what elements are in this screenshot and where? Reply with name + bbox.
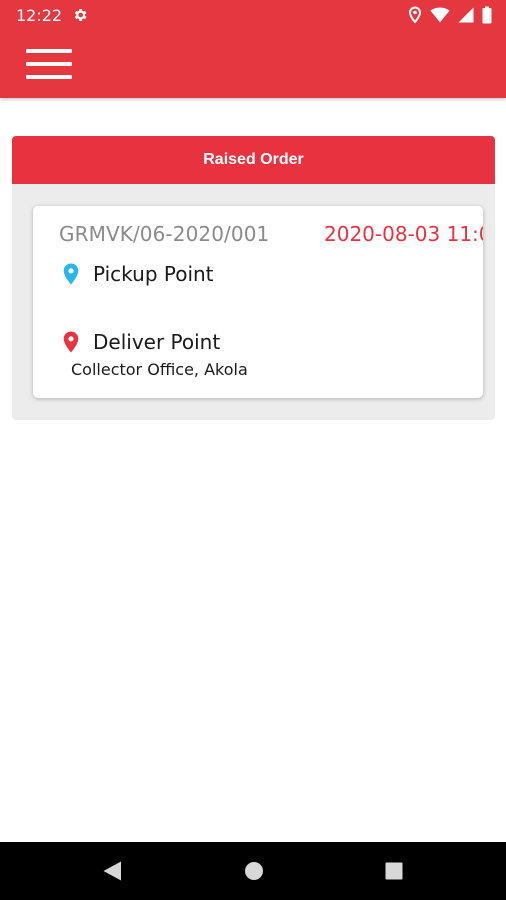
status-bar: 12:22 (0, 0, 506, 30)
status-time: 12:22 (16, 5, 63, 25)
menu-line (26, 49, 72, 53)
nav-bar (0, 842, 506, 900)
menu-line (26, 62, 72, 66)
location-icon (408, 6, 422, 24)
raised-order-header: Raised Order (12, 136, 495, 184)
back-icon[interactable] (102, 860, 122, 882)
raised-order-panel: Raised Order GRMVK/06-2020/001 2020-08-0… (12, 136, 495, 420)
deliver-point-label: Deliver Point (93, 330, 221, 354)
menu-line (26, 75, 72, 79)
settings-gear-icon (75, 9, 87, 21)
pickup-point-label: Pickup Point (93, 262, 214, 286)
home-icon[interactable] (244, 860, 264, 882)
recents-icon[interactable] (384, 860, 404, 882)
battery-icon (482, 6, 492, 24)
wifi-icon (430, 7, 450, 23)
pickup-point-row: Pickup Point (63, 262, 214, 286)
menu-button[interactable] (24, 46, 74, 82)
app-bar (0, 30, 506, 98)
order-card[interactable]: GRMVK/06-2020/001 2020-08-03 11:01 Picku… (33, 206, 483, 398)
order-datetime: 2020-08-03 11:01 (324, 222, 483, 246)
status-right (408, 6, 492, 24)
pickup-pin-icon (63, 263, 79, 285)
deliver-point-row: Deliver Point (63, 330, 220, 354)
signal-icon (458, 7, 474, 23)
panel-title: Raised Order (203, 151, 304, 168)
deliver-address: Collector Office, Akola (71, 360, 248, 379)
order-id: GRMVK/06-2020/001 (59, 222, 270, 246)
status-left: 12:22 (16, 6, 88, 25)
deliver-pin-icon (63, 331, 79, 353)
